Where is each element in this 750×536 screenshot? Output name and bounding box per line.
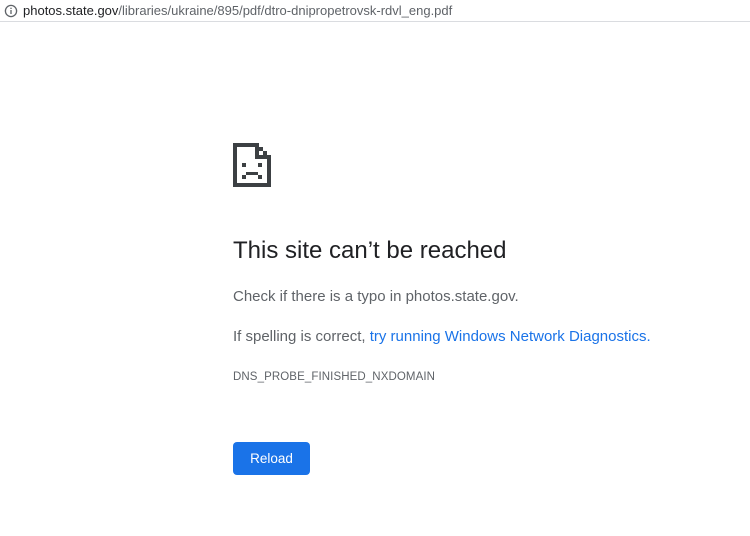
network-diagnostics-link[interactable]: try running Windows Network Diagnostics.	[370, 328, 651, 345]
sad-document-icon	[233, 143, 271, 187]
error-title: This site can’t be reached	[233, 237, 507, 264]
reload-button[interactable]: Reload	[233, 442, 310, 475]
url-text[interactable]: photos.state.gov/libraries/ukraine/895/p…	[23, 3, 452, 19]
typo-message: Check if there is a typo in photos.state…	[233, 288, 519, 305]
error-code: DNS_PROBE_FINISHED_NXDOMAIN	[233, 371, 436, 383]
spelling-message: If spelling is correct, try running Wind…	[233, 326, 651, 348]
url-path: /libraries/ukraine/895/pdf/dtro-dniprope…	[118, 3, 453, 18]
url-host: photos.state.gov	[23, 3, 119, 18]
address-bar[interactable]: photos.state.gov/libraries/ukraine/895/p…	[0, 0, 750, 22]
info-icon[interactable]	[4, 4, 18, 18]
spelling-message-prefix: If spelling is correct,	[233, 328, 370, 345]
